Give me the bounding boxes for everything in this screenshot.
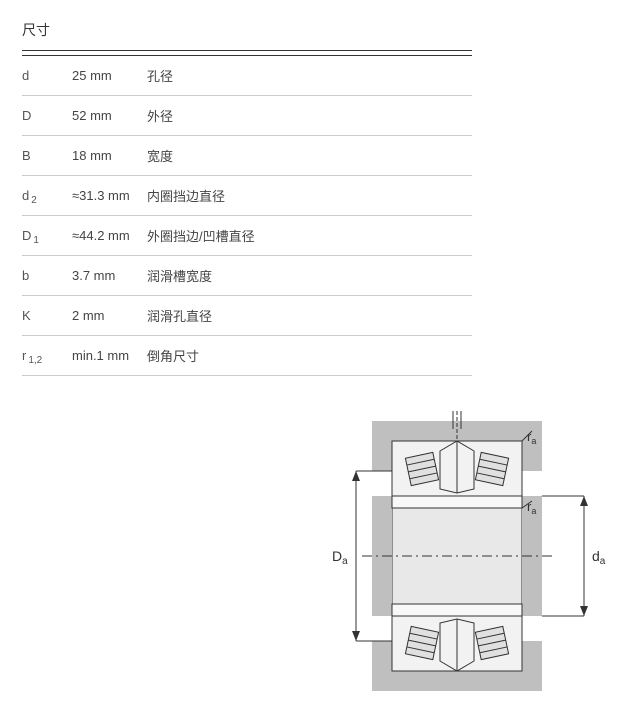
value: 25 mm [72,56,147,96]
description: 润滑孔直径 [147,296,472,336]
value: 2 mm [72,296,147,336]
symbol-sub: 1 [33,235,39,246]
description: 宽度 [147,136,472,176]
symbol-sub: 2 [31,195,37,206]
value: 18 mm [72,136,147,176]
svg-text:da: da [592,548,606,567]
table-row: d 25 mm 孔径 [22,56,472,96]
table-row: K 2 mm 润滑孔直径 [22,296,472,336]
table-row: b 3.7 mm 润滑槽宽度 [22,256,472,296]
description: 倒角尺寸 [147,336,472,376]
value: ≈44.2 mm [72,216,147,256]
symbol: d [22,68,29,83]
table-row: r1,2 min.1 mm 倒角尺寸 [22,336,472,376]
description: 润滑槽宽度 [147,256,472,296]
description: 孔径 [147,56,472,96]
symbol: D [22,108,31,123]
description: 外径 [147,96,472,136]
value: 3.7 mm [72,256,147,296]
value: 52 mm [72,96,147,136]
symbol: D [22,228,31,243]
symbol: b [22,268,29,283]
symbol: B [22,148,31,163]
symbol: r [22,348,26,363]
bearing-diagram: ra ra Da da [322,411,615,704]
symbol-sub: 1,2 [28,355,42,366]
table-row: D 52 mm 外径 [22,96,472,136]
description: 外圈挡边/凹槽直径 [147,216,472,256]
symbol: d [22,188,29,203]
table-row: D1 ≈44.2 mm 外圈挡边/凹槽直径 [22,216,472,256]
section-title: 尺寸 [22,20,615,40]
value: ≈31.3 mm [72,176,147,216]
symbol: K [22,308,31,323]
dimensions-table: d 25 mm 孔径 D 52 mm 外径 B 18 mm 宽度 d2 ≈31.… [22,50,472,376]
table-row: B 18 mm 宽度 [22,136,472,176]
table-row: d2 ≈31.3 mm 内圈挡边直径 [22,176,472,216]
value: min.1 mm [72,336,147,376]
description: 内圈挡边直径 [147,176,472,216]
svg-text:Da: Da [332,548,348,567]
